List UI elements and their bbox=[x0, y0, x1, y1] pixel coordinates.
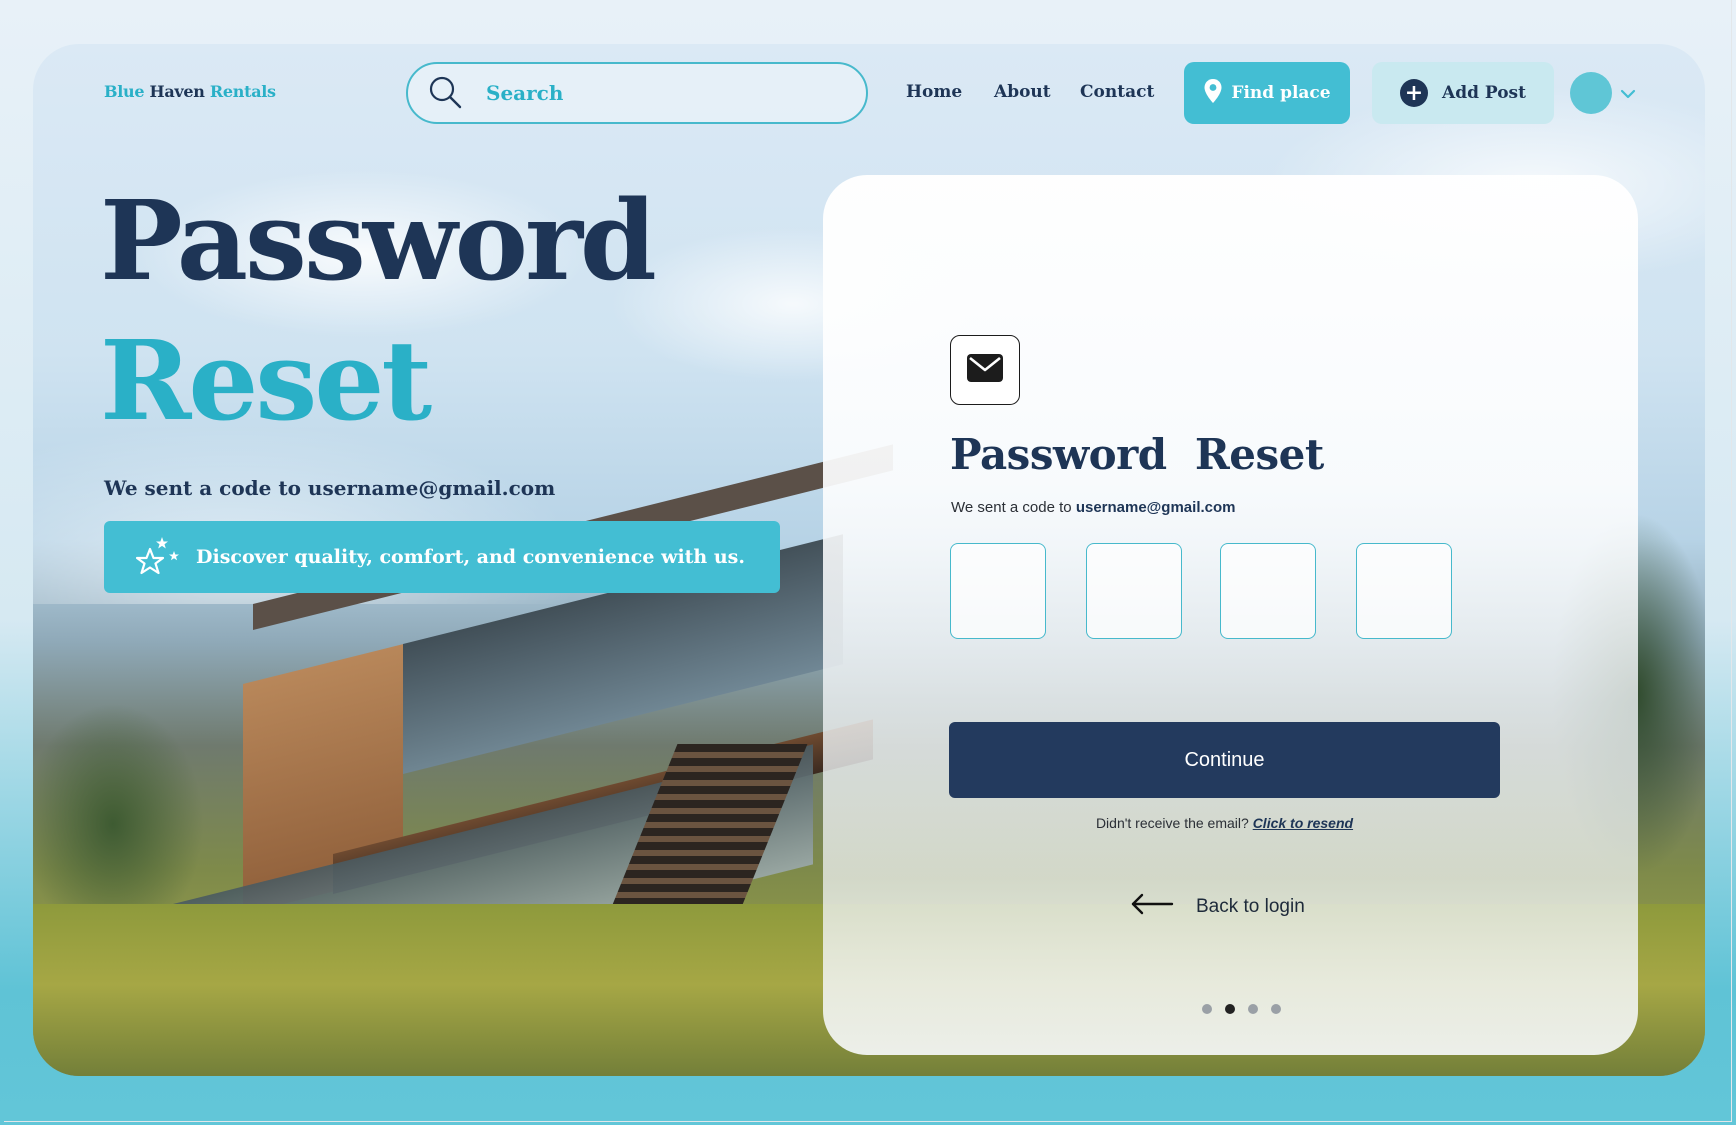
add-post-button[interactable]: + Add Post bbox=[1372, 62, 1554, 124]
form-subtitle: We sent a code to username@gmail.com bbox=[951, 499, 1236, 516]
search-icon bbox=[426, 74, 464, 112]
arrow-left-icon bbox=[1130, 893, 1174, 921]
pagination-dot[interactable] bbox=[1271, 1004, 1281, 1014]
search-bar[interactable]: Search bbox=[406, 62, 868, 124]
promo-banner-text: Discover quality, comfort, and convenien… bbox=[196, 546, 745, 568]
find-place-button[interactable]: Find place bbox=[1184, 62, 1350, 124]
plus-icon: + bbox=[1400, 79, 1428, 107]
resend-link[interactable]: Click to resend bbox=[1253, 815, 1353, 831]
pagination-dot[interactable] bbox=[1202, 1004, 1212, 1014]
form-email: username@gmail.com bbox=[1075, 499, 1236, 516]
hero-title-line1: Password bbox=[100, 176, 657, 305]
hero-title-line2: Reset bbox=[100, 316, 432, 445]
pagination-dots bbox=[1202, 1004, 1281, 1014]
avatar[interactable] bbox=[1570, 72, 1612, 114]
add-post-label: Add Post bbox=[1442, 83, 1526, 103]
code-digit-4[interactable] bbox=[1356, 543, 1452, 639]
code-digit-1[interactable] bbox=[950, 543, 1046, 639]
stars-icon bbox=[135, 535, 182, 580]
promo-banner: Discover quality, comfort, and convenien… bbox=[104, 521, 780, 593]
nav-home[interactable]: Home bbox=[906, 82, 962, 102]
search-input[interactable]: Search bbox=[486, 81, 563, 105]
pagination-dot[interactable] bbox=[1248, 1004, 1258, 1014]
resend-prompt: Didn't receive the email? bbox=[1095, 815, 1249, 831]
back-to-login-label: Back to login bbox=[1196, 896, 1305, 917]
nav-about[interactable]: About bbox=[994, 82, 1051, 102]
brand-logo[interactable]: Blue Haven Rentals bbox=[104, 82, 276, 101]
mail-icon bbox=[966, 353, 1004, 388]
chevron-down-icon[interactable] bbox=[1618, 84, 1638, 104]
code-digit-3[interactable] bbox=[1220, 543, 1316, 639]
continue-button[interactable]: Continue bbox=[949, 722, 1500, 798]
map-pin-icon bbox=[1203, 78, 1223, 109]
nav-contact[interactable]: Contact bbox=[1080, 82, 1154, 102]
form-title: Password Reset bbox=[950, 430, 1324, 479]
find-place-label: Find place bbox=[1231, 83, 1331, 103]
code-digit-2[interactable] bbox=[1086, 543, 1182, 639]
mail-icon-box bbox=[950, 335, 1020, 405]
pagination-dot-active[interactable] bbox=[1225, 1004, 1235, 1014]
hero-subtitle: We sent a code to username@gmail.com bbox=[104, 476, 556, 500]
back-to-login-link[interactable]: Back to login bbox=[1130, 893, 1305, 921]
